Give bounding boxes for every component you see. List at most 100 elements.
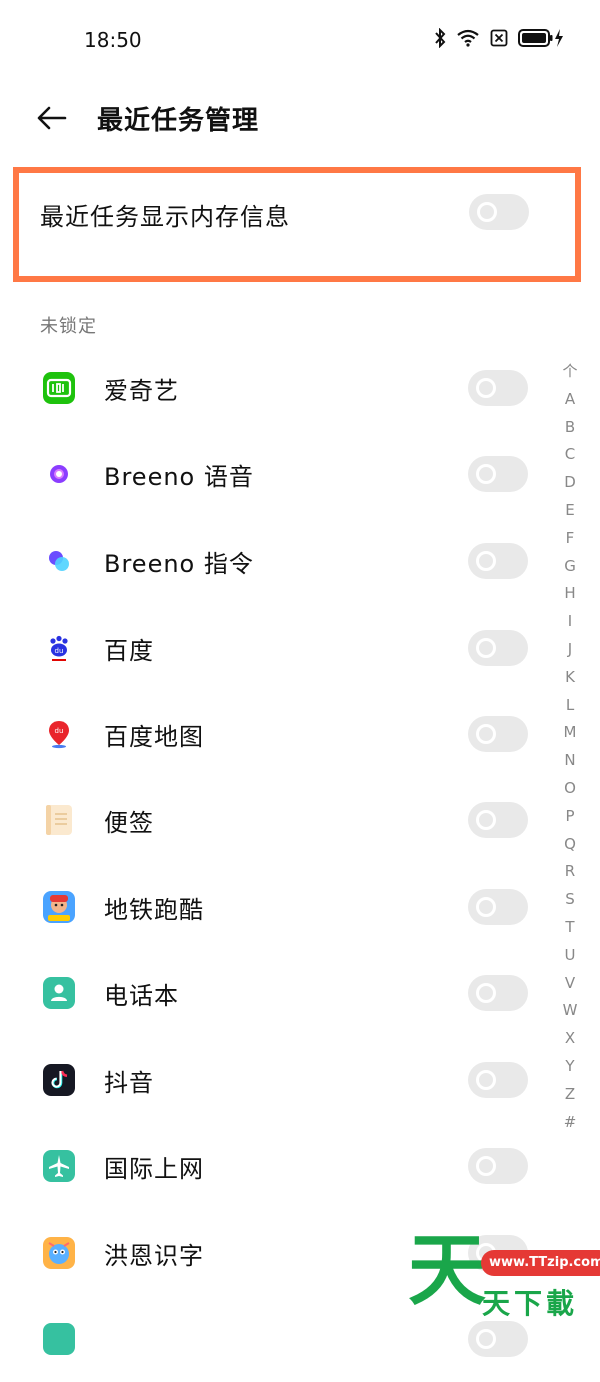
alphabet-index-letter[interactable]: C bbox=[558, 441, 582, 469]
watermark-domain-badge: www.TTzip.com bbox=[481, 1250, 600, 1276]
alphabet-index-letter[interactable]: N bbox=[558, 747, 582, 775]
lock-toggle[interactable] bbox=[468, 630, 528, 666]
status-icons bbox=[434, 28, 564, 48]
battery-charging-icon bbox=[518, 29, 563, 47]
toggle-knob bbox=[476, 1156, 496, 1176]
memory-info-setting-row: 最近任务显示内存信息 bbox=[13, 167, 581, 282]
lock-toggle[interactable] bbox=[468, 370, 528, 406]
alphabet-index-letter[interactable]: E bbox=[558, 497, 582, 525]
contacts-icon bbox=[43, 977, 75, 1009]
app-name: Breeno 指令 bbox=[104, 550, 254, 578]
alphabet-index[interactable]: 个 A B C D E F G H I J K L M N O P Q R S T U V W X Y Z # bbox=[558, 358, 582, 1136]
baidu-icon: du bbox=[50, 635, 68, 661]
toggle-knob bbox=[476, 638, 496, 658]
svg-text:du: du bbox=[55, 727, 64, 735]
subway-surfers-icon bbox=[43, 891, 75, 923]
toggle-knob bbox=[476, 810, 496, 830]
app-row-breeno-command[interactable]: Breeno 指令 bbox=[0, 518, 555, 604]
memory-info-toggle[interactable] bbox=[469, 194, 529, 230]
app-row-iqiyi[interactable]: 爱奇艺 bbox=[0, 345, 555, 431]
app-name: Breeno 语音 bbox=[104, 463, 254, 491]
status-time: 18:50 bbox=[84, 28, 142, 52]
app-name: 便签 bbox=[104, 809, 154, 837]
toggle-knob bbox=[476, 983, 496, 1003]
lock-toggle[interactable] bbox=[468, 802, 528, 838]
watermark-big-char: 天 bbox=[408, 1226, 487, 1316]
app-row-baidu[interactable]: du 百度 bbox=[0, 605, 555, 691]
alphabet-index-letter[interactable]: Z bbox=[558, 1081, 582, 1109]
app-name: 百度地图 bbox=[104, 723, 204, 751]
alphabet-index-letter[interactable]: W bbox=[558, 997, 582, 1025]
alphabet-index-letter[interactable]: L bbox=[558, 692, 582, 720]
alphabet-index-letter[interactable]: P bbox=[558, 803, 582, 831]
app-name: 国际上网 bbox=[104, 1155, 204, 1183]
alphabet-index-letter[interactable]: J bbox=[558, 636, 582, 664]
alphabet-index-letter[interactable]: M bbox=[558, 719, 582, 747]
toggle-knob bbox=[476, 897, 496, 917]
app-row-international-roaming[interactable]: 国际上网 bbox=[0, 1123, 555, 1209]
watermark-logo: 天 www.TTzip.com 天下載 bbox=[408, 1232, 600, 1328]
alphabet-index-letter[interactable]: G bbox=[558, 553, 582, 581]
alphabet-index-letter[interactable]: X bbox=[558, 1025, 582, 1053]
hongen-icon bbox=[43, 1237, 75, 1269]
alphabet-index-letter[interactable]: A bbox=[558, 386, 582, 414]
app-row-subway-surfers[interactable]: 地铁跑酷 bbox=[0, 864, 555, 950]
app-name: 洪恩识字 bbox=[104, 1242, 204, 1270]
svg-text:du: du bbox=[55, 647, 64, 655]
alphabet-index-letter[interactable]: U bbox=[558, 942, 582, 970]
breeno-voice-icon bbox=[50, 465, 68, 483]
baidu-map-icon: du bbox=[49, 721, 69, 749]
lock-toggle[interactable] bbox=[468, 889, 528, 925]
page-title: 最近任务管理 bbox=[97, 106, 260, 136]
wifi-icon bbox=[457, 29, 479, 47]
app-row-baidu-map[interactable]: du 百度地图 bbox=[0, 691, 555, 777]
alphabet-index-letter[interactable]: F bbox=[558, 525, 582, 553]
international-roaming-icon bbox=[43, 1150, 75, 1182]
app-row-notes[interactable]: 便签 bbox=[0, 777, 555, 863]
alphabet-index-letter[interactable]: K bbox=[558, 664, 582, 692]
alphabet-index-letter[interactable]: S bbox=[558, 886, 582, 914]
alphabet-index-letter[interactable]: D bbox=[558, 469, 582, 497]
notes-icon bbox=[46, 805, 72, 835]
app-row-breeno-voice[interactable]: Breeno 语音 bbox=[0, 431, 555, 517]
lock-toggle[interactable] bbox=[468, 1062, 528, 1098]
lock-toggle[interactable] bbox=[468, 716, 528, 752]
section-label-unlocked: 未锁定 bbox=[40, 316, 97, 337]
watermark-text: 天下載 bbox=[482, 1287, 579, 1320]
alphabet-index-letter[interactable]: # bbox=[558, 1109, 582, 1137]
toggle-knob bbox=[476, 464, 496, 484]
lock-toggle[interactable] bbox=[468, 975, 528, 1011]
back-arrow-icon[interactable] bbox=[34, 100, 70, 136]
status-bar: 18:50 bbox=[0, 0, 600, 80]
lock-toggle[interactable] bbox=[468, 456, 528, 492]
memory-info-label: 最近任务显示内存信息 bbox=[40, 203, 290, 231]
app-name: 抖音 bbox=[104, 1069, 154, 1097]
alphabet-index-letter[interactable]: H bbox=[558, 580, 582, 608]
alphabet-index-letter[interactable]: B bbox=[558, 414, 582, 442]
toggle-knob bbox=[476, 1070, 496, 1090]
toggle-knob bbox=[477, 202, 497, 222]
alphabet-index-letter[interactable]: R bbox=[558, 858, 582, 886]
douyin-icon bbox=[43, 1064, 75, 1096]
alphabet-index-letter[interactable]: O bbox=[558, 775, 582, 803]
sim-none-icon bbox=[490, 29, 508, 47]
alphabet-index-letter[interactable]: T bbox=[558, 914, 582, 942]
lock-toggle[interactable] bbox=[468, 1148, 528, 1184]
app-name: 百度 bbox=[104, 637, 154, 665]
app-name: 爱奇艺 bbox=[104, 377, 179, 405]
toggle-knob bbox=[476, 378, 496, 398]
toggle-knob bbox=[476, 551, 496, 571]
app-icon-partial bbox=[43, 1323, 75, 1355]
toggle-knob bbox=[476, 724, 496, 744]
alphabet-index-letter[interactable]: V bbox=[558, 970, 582, 998]
alphabet-index-letter[interactable]: 个 bbox=[558, 358, 582, 386]
alphabet-index-letter[interactable]: Y bbox=[558, 1053, 582, 1081]
app-row-douyin[interactable]: 抖音 bbox=[0, 1037, 555, 1123]
lock-toggle[interactable] bbox=[468, 543, 528, 579]
alphabet-index-letter[interactable]: Q bbox=[558, 831, 582, 859]
app-row-contacts[interactable]: 电话本 bbox=[0, 950, 555, 1036]
bluetooth-icon bbox=[435, 28, 446, 48]
toggle-knob bbox=[476, 1329, 496, 1349]
alphabet-index-letter[interactable]: I bbox=[558, 608, 582, 636]
app-name: 地铁跑酷 bbox=[104, 896, 204, 924]
